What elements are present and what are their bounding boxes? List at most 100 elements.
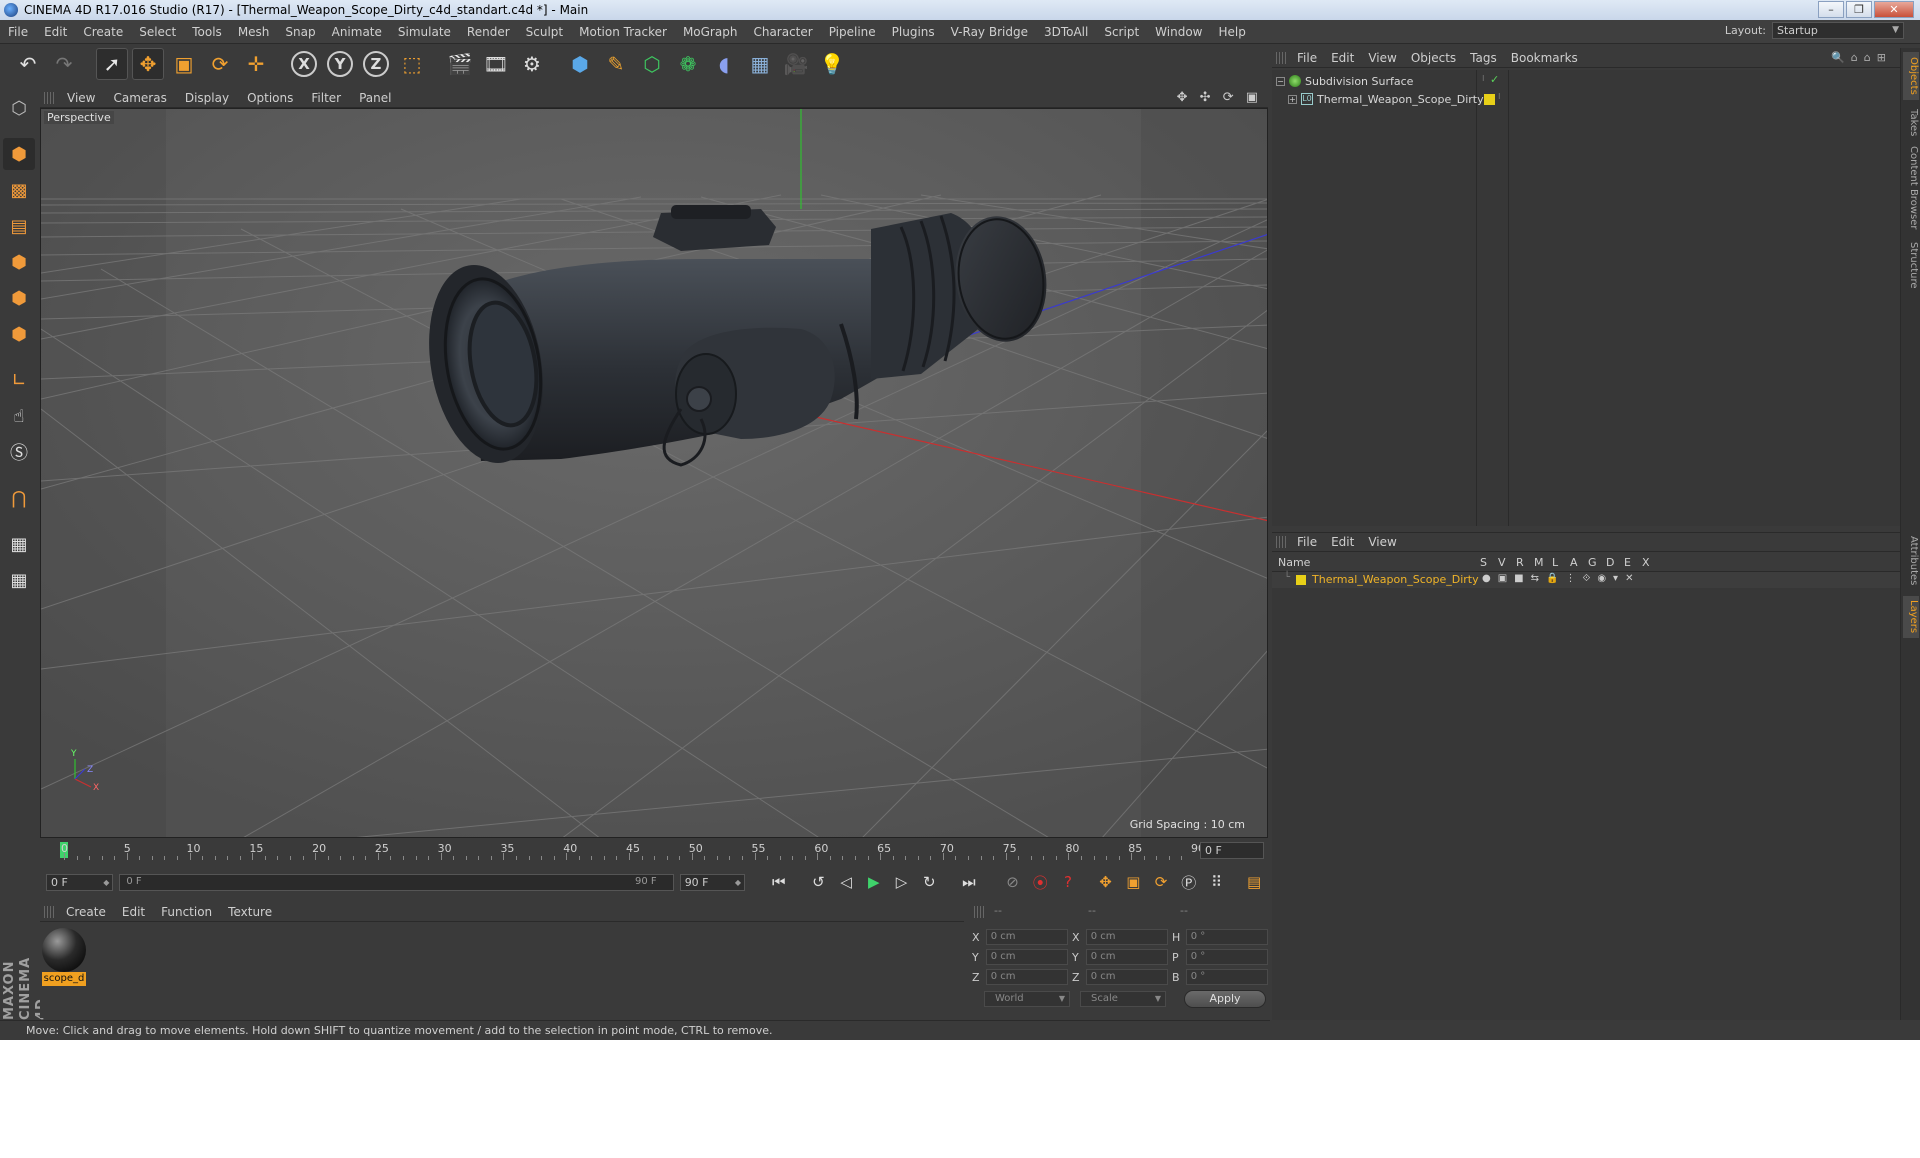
layer-row-thermal-weapon-scope[interactable]: └ Thermal_Weapon_Scope_Dirty ●▣■⇆🔒⋮⟐◉▾✕: [1272, 572, 1900, 588]
layer-col-r[interactable]: R: [1516, 556, 1524, 569]
render-view-icon[interactable]: 🎬: [444, 48, 476, 80]
menu-render[interactable]: Render: [459, 25, 518, 39]
end-frame-field[interactable]: 90 F ◆: [679, 873, 746, 891]
panel-grip-icon[interactable]: [1276, 536, 1286, 548]
layer-col-g[interactable]: G: [1588, 556, 1597, 569]
menu-sculpt[interactable]: Sculpt: [518, 25, 571, 39]
viewport-menu-cameras[interactable]: Cameras: [104, 91, 175, 105]
material-preview-sphere[interactable]: [42, 928, 86, 972]
objects-menu-file[interactable]: File: [1290, 51, 1324, 65]
model-mode-icon[interactable]: ⬢: [3, 138, 35, 170]
menu-pipeline[interactable]: Pipeline: [821, 25, 884, 39]
rotation-h-field[interactable]: 0 °: [1185, 929, 1268, 945]
previous-key-icon[interactable]: ↺: [805, 869, 831, 895]
layer-name[interactable]: Thermal_Weapon_Scope_Dirty: [1312, 573, 1479, 586]
panel-grip-icon[interactable]: [44, 905, 54, 918]
x-axis-icon[interactable]: X: [291, 51, 317, 77]
position-y-field[interactable]: 0 cm: [985, 949, 1068, 965]
tab-content-browser[interactable]: Content Browser: [1903, 146, 1919, 230]
minimize-button[interactable]: –: [1818, 1, 1844, 18]
menu-help[interactable]: Help: [1210, 25, 1253, 39]
rotation-p-field[interactable]: 0 °: [1185, 949, 1268, 965]
world-coordinates-icon[interactable]: ⬚: [396, 48, 428, 80]
workplane-align-icon[interactable]: ▦: [3, 564, 35, 596]
key-parameter-icon[interactable]: Ⓟ: [1176, 869, 1202, 895]
array-icon[interactable]: ❁: [672, 48, 704, 80]
menu-3dtoall[interactable]: 3DToAll: [1036, 25, 1096, 39]
panel-grip-icon[interactable]: [1276, 51, 1286, 64]
size-y-field[interactable]: 0 cm: [1085, 949, 1168, 965]
objects-menu-tags[interactable]: Tags: [1463, 51, 1504, 65]
viewport-nav-icons[interactable]: ✥ ✣ ⟳ ▣: [1177, 90, 1262, 105]
solo-mode-icon[interactable]: Ⓢ: [3, 436, 35, 468]
layer-color-tag-icon[interactable]: [1484, 94, 1495, 105]
close-button[interactable]: ✕: [1874, 1, 1914, 18]
keyframe-selection-icon[interactable]: ?: [1055, 869, 1081, 895]
rotate-icon[interactable]: ⟳: [204, 48, 236, 80]
viewport-menu-display[interactable]: Display: [176, 91, 238, 105]
workplane-mode-icon[interactable]: ▤: [3, 210, 35, 242]
perspective-viewport[interactable]: Perspective Y X Z Grid Spacing : 10 cm: [40, 108, 1268, 838]
collapse-icon[interactable]: −: [1276, 76, 1285, 86]
objects-menu-edit[interactable]: Edit: [1324, 51, 1361, 65]
previous-frame-icon[interactable]: ◁: [833, 869, 859, 895]
size-x-field[interactable]: 0 cm: [1085, 929, 1168, 945]
expand-icon[interactable]: +: [1288, 94, 1297, 104]
menu-tools[interactable]: Tools: [184, 25, 230, 39]
tab-objects[interactable]: Objects: [1903, 52, 1919, 100]
light-icon[interactable]: 💡: [816, 48, 848, 80]
make-editable-icon[interactable]: ⬡: [3, 92, 35, 124]
tab-attributes[interactable]: Attributes: [1903, 532, 1919, 590]
position-z-field[interactable]: 0 cm: [985, 969, 1068, 985]
record-keys-icon[interactable]: ⊘: [1000, 869, 1026, 895]
menu-motion-tracker[interactable]: Motion Tracker: [571, 25, 675, 39]
viewport-menu-options[interactable]: Options: [238, 91, 302, 105]
layer-toggle-icons[interactable]: ●▣■⇆🔒⋮⟐◉▾✕: [1482, 573, 1640, 584]
layer-col-x[interactable]: X: [1642, 556, 1650, 569]
menu-plugins[interactable]: Plugins: [884, 25, 943, 39]
layer-col-m[interactable]: M: [1534, 556, 1544, 569]
points-mode-icon[interactable]: ⬢: [3, 246, 35, 278]
menu-edit[interactable]: Edit: [36, 25, 75, 39]
scale-icon[interactable]: ▣: [168, 48, 200, 80]
move-add-icon[interactable]: ✛: [240, 48, 272, 80]
start-frame-field[interactable]: 0 F ◆: [46, 873, 114, 891]
menu-mesh[interactable]: Mesh: [230, 25, 278, 39]
maximize-button[interactable]: ❐: [1846, 1, 1872, 18]
layer-col-a[interactable]: A: [1570, 556, 1578, 569]
objects-menu-objects[interactable]: Objects: [1404, 51, 1463, 65]
layers-menu-view[interactable]: View: [1361, 535, 1403, 549]
redo-icon[interactable]: ↷: [48, 48, 80, 80]
undo-icon[interactable]: ↶: [12, 48, 44, 80]
key-scale-icon[interactable]: ▣: [1120, 869, 1146, 895]
menu-script[interactable]: Script: [1096, 25, 1147, 39]
layer-col-l[interactable]: L: [1552, 556, 1558, 569]
rotation-b-field[interactable]: 0 °: [1185, 969, 1268, 985]
material-name-label[interactable]: scope_d: [42, 972, 86, 986]
layer-col-name[interactable]: Name: [1278, 556, 1310, 569]
menu-vray-bridge[interactable]: V-Ray Bridge: [943, 25, 1036, 39]
layer-col-d[interactable]: D: [1606, 556, 1614, 569]
cube-icon[interactable]: ⬢: [564, 48, 596, 80]
next-frame-icon[interactable]: ▷: [889, 869, 915, 895]
workplane-lock-icon[interactable]: ▦: [3, 528, 35, 560]
material-menu-edit[interactable]: Edit: [114, 905, 153, 919]
go-to-start-icon[interactable]: ⏮: [766, 869, 792, 895]
axis-mode-icon[interactable]: ∟: [3, 364, 35, 396]
layers-menu-edit[interactable]: Edit: [1324, 535, 1361, 549]
menu-snap[interactable]: Snap: [277, 25, 323, 39]
panel-grip-icon[interactable]: [974, 906, 984, 918]
object-row-subdivision-surface[interactable]: − Subdivision Surface: [1276, 72, 1413, 90]
menu-create[interactable]: Create: [75, 25, 131, 39]
next-key-icon[interactable]: ↻: [916, 869, 942, 895]
position-x-field[interactable]: 0 cm: [985, 929, 1068, 945]
tab-structure[interactable]: Structure: [1903, 238, 1919, 292]
edges-mode-icon[interactable]: ⬢: [3, 282, 35, 314]
tweak-mode-icon[interactable]: ☝: [3, 400, 35, 432]
material-menu-texture[interactable]: Texture: [220, 905, 280, 919]
coordinate-mode-dropdown[interactable]: World ▼: [984, 991, 1070, 1007]
subdivision-enabled-check-icon[interactable]: ✓: [1490, 73, 1499, 86]
viewport-menu-view[interactable]: View: [58, 91, 104, 105]
subdivision-icon[interactable]: ⬡: [636, 48, 668, 80]
preview-range-slider[interactable]: 0 F 90 F: [119, 873, 674, 891]
